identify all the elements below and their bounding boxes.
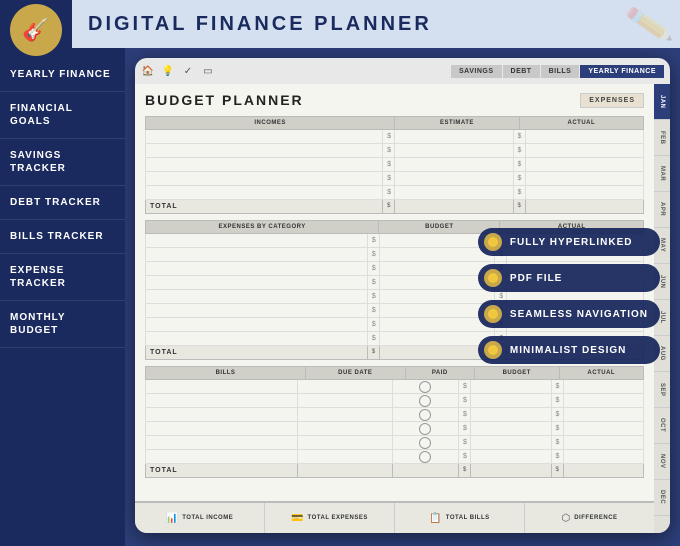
expenses-button[interactable]: EXPENSES <box>580 93 644 108</box>
table-row: $ $ <box>145 186 644 200</box>
tab-bills[interactable]: BILLS <box>541 65 580 78</box>
month-tab-jan[interactable]: JAN <box>654 84 670 120</box>
total-income-label: TOTAL INCOME <box>182 515 233 521</box>
bills-header: BILLS DUE DATE PAID BUDGET ACTUAL <box>145 366 644 380</box>
month-tab-sep[interactable]: SEP <box>654 372 670 408</box>
total-bills-label: TOTAL BILLS <box>446 515 490 521</box>
actual-col-header: ACTUAL <box>520 117 643 129</box>
tab-yearly-finance[interactable]: YEARLY FINANCE <box>580 65 664 78</box>
sidebar-item-financial-goals[interactable]: FINANCIAL GOALS <box>0 92 125 139</box>
bills-total-row: TOTAL $ $ <box>145 464 644 478</box>
header-title: DIGITAL FINANCE PLANNER <box>88 13 432 36</box>
sidebar-item-debt-tracker[interactable]: DEBT TRACKER <box>0 186 125 220</box>
table-row: $ $ <box>145 436 644 450</box>
difference-icon: ⬡ <box>561 513 570 524</box>
planner-title-row: BUDGET PLANNER EXPENSES <box>145 92 644 108</box>
bar-chart-icon: 📊 <box>166 513 178 524</box>
month-tab-oct[interactable]: OCT <box>654 408 670 444</box>
clipboard-icon: 📋 <box>429 513 441 524</box>
month-tab-mar[interactable]: MAR <box>654 156 670 192</box>
check-icon[interactable]: ✓ <box>181 64 195 78</box>
summary-difference: ⬡ DIFFERENCE <box>525 503 654 533</box>
month-tab-nov[interactable]: NOV <box>654 444 670 480</box>
sidebar: YEARLY FINANCE FINANCIAL GOALS SAVINGS T… <box>0 48 125 546</box>
table-row: $ $ <box>145 394 644 408</box>
badge-pdf: PDF FILE <box>478 264 660 292</box>
month-tab-dec[interactable]: DEC <box>654 480 670 516</box>
planner-title: BUDGET PLANNER <box>145 92 304 108</box>
incomes-header: INCOMES ESTIMATE ACTUAL <box>145 116 644 130</box>
incomes-total-label: TOTAL <box>146 200 383 213</box>
sidebar-item-monthly-budget[interactable]: MONTHLY BUDGET <box>0 301 125 348</box>
badge-hyperlinked: FULLY HYPERLINKED <box>478 228 660 256</box>
summary-bar: 📊 TOTAL INCOME 💳 TOTAL EXPENSES 📋 TOTAL … <box>135 501 654 533</box>
table-row: $ $ <box>145 422 644 436</box>
table-row: $ $ <box>145 158 644 172</box>
sidebar-item-expense-tracker[interactable]: EXPENSE TRACKER <box>0 254 125 301</box>
credit-card-icon: 💳 <box>291 513 303 524</box>
badge-navigation-text: SEAMLESS NAVIGATION <box>510 309 648 320</box>
tablet-icon[interactable]: ▭ <box>201 64 215 78</box>
bills-total-label: TOTAL <box>146 464 298 477</box>
tab-debt[interactable]: DEBT <box>503 65 540 78</box>
logo: 🎸 <box>10 4 62 56</box>
incomes-section: INCOMES ESTIMATE ACTUAL $ $ <box>145 116 644 214</box>
table-row: $ $ <box>145 408 644 422</box>
badge-pdf-text: PDF FILE <box>510 273 562 284</box>
summary-total-bills: 📋 TOTAL BILLS <box>395 503 525 533</box>
feature-badges: FULLY HYPERLINKED PDF FILE SEAMLESS NAVI… <box>478 228 660 364</box>
badge-hyperlinked-text: FULLY HYPERLINKED <box>510 237 633 248</box>
home-icon[interactable]: 🏠 <box>141 64 155 78</box>
badge-dot-hyperlinked <box>484 233 502 251</box>
bills-section: BILLS DUE DATE PAID BUDGET ACTUAL $ <box>145 366 644 478</box>
total-expenses-label: TOTAL EXPENSES <box>308 515 368 521</box>
table-row: $ $ <box>145 130 644 144</box>
estimate-col-header: ESTIMATE <box>395 117 519 129</box>
expenses-total-label: TOTAL <box>146 346 368 359</box>
table-row: $ $ <box>145 144 644 158</box>
badge-dot-pdf <box>484 269 502 287</box>
sidebar-item-savings-tracker[interactable]: SAVINGS TRACKER <box>0 139 125 186</box>
table-row: $ $ <box>145 172 644 186</box>
month-tab-feb[interactable]: FEB <box>654 120 670 156</box>
sidebar-item-yearly-finance[interactable]: YEARLY FINANCE <box>0 58 125 92</box>
tab-savings[interactable]: SAVINGS <box>451 65 502 78</box>
badge-dot-navigation <box>484 305 502 323</box>
badge-design-text: MINIMALIST DESIGN <box>510 345 626 356</box>
badge-design: MINIMALIST DESIGN <box>478 336 660 364</box>
table-row: $ $ <box>145 450 644 464</box>
incomes-total-row: TOTAL $ $ <box>145 200 644 214</box>
incomes-col-header: INCOMES <box>146 117 395 129</box>
planner-top-nav: 🏠 💡 ✓ ▭ SAVINGS DEBT BILLS YEARLY FINANC… <box>135 58 670 84</box>
sidebar-item-bills-tracker[interactable]: BILLS TRACKER <box>0 220 125 254</box>
summary-total-income: 📊 TOTAL INCOME <box>135 503 265 533</box>
badge-navigation: SEAMLESS NAVIGATION <box>478 300 660 328</box>
nav-tabs: SAVINGS DEBT BILLS YEARLY FINANCE <box>451 65 664 78</box>
difference-label: DIFFERENCE <box>574 515 617 521</box>
table-row: $ $ <box>145 380 644 394</box>
summary-total-expenses: 💳 TOTAL EXPENSES <box>265 503 395 533</box>
month-tab-apr[interactable]: APR <box>654 192 670 228</box>
planner-area: 🏠 💡 ✓ ▭ SAVINGS DEBT BILLS YEARLY FINANC… <box>125 48 680 546</box>
badge-dot-design <box>484 341 502 359</box>
lightbulb-icon[interactable]: 💡 <box>161 64 175 78</box>
